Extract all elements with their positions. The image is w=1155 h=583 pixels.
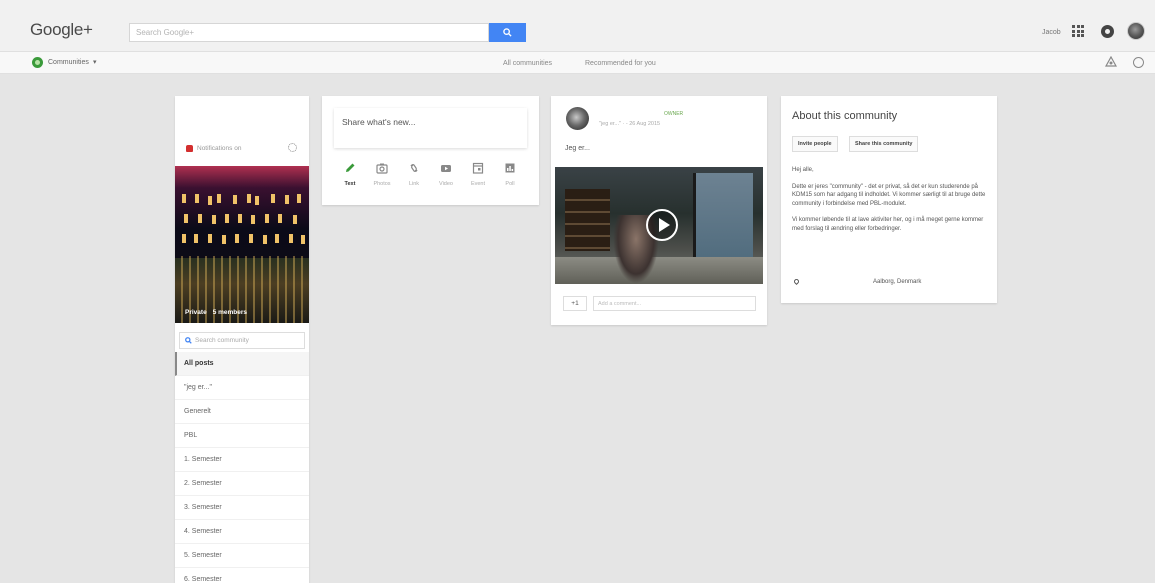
- share-poll-option[interactable]: Poll: [494, 162, 526, 187]
- about-title: About this community: [792, 110, 898, 122]
- about-paragraph: Dette er jeres "community" - det er priv…: [792, 183, 986, 207]
- post-text: Jeg er...: [565, 145, 590, 152]
- search-box: [129, 23, 526, 42]
- settings-icon[interactable]: [1133, 57, 1144, 68]
- top-bar: Google+ Jacob: [0, 0, 1155, 52]
- community-location[interactable]: Aalborg, Denmark: [873, 279, 921, 285]
- share-community-button[interactable]: Share this community: [849, 136, 919, 152]
- notifications-toggle[interactable]: Notifications on: [186, 145, 241, 152]
- search-input[interactable]: [129, 23, 489, 42]
- gear-icon[interactable]: [288, 143, 297, 152]
- owner-badge: OWNER: [664, 111, 684, 117]
- about-greeting: Hej alle,: [792, 167, 814, 173]
- communities-icon[interactable]: [32, 57, 43, 68]
- sub-nav-bar: Communities ▾ All communities Recommende…: [0, 52, 1155, 74]
- share-text-option[interactable]: Text: [334, 162, 366, 187]
- post-card: OWNER "jeg er..." · - 26 Aug 2015 Jeg er…: [551, 96, 767, 325]
- post-meta[interactable]: "jeg er..." · - 26 Aug 2015: [599, 121, 660, 127]
- search-icon: [503, 28, 512, 37]
- share-icon[interactable]: [1105, 56, 1117, 68]
- community-info: Private 5 members: [185, 309, 253, 316]
- invite-people-button[interactable]: Invite people: [792, 136, 838, 152]
- share-option-label: Video: [439, 181, 453, 187]
- plus-one-button[interactable]: +1: [563, 296, 587, 311]
- location-pin-icon: [792, 277, 801, 286]
- community-cover-image: [175, 166, 309, 323]
- google-plus-logo[interactable]: Google+: [30, 20, 93, 40]
- post-author-avatar[interactable]: [566, 107, 589, 130]
- about-paragraph: Vi kommer løbende til at lave aktiviter …: [792, 217, 984, 232]
- share-options: Text Photos Link Video Event Poll: [334, 162, 527, 187]
- bell-icon: [186, 145, 193, 152]
- category-item[interactable]: 5. Semester: [175, 544, 309, 568]
- privacy-label: Private: [185, 309, 207, 316]
- community-sidebar: Notifications on Private 5 members All po…: [175, 96, 309, 583]
- search-icon: [185, 337, 192, 344]
- category-item[interactable]: 1. Semester: [175, 448, 309, 472]
- chevron-down-icon[interactable]: ▾: [93, 58, 97, 66]
- share-option-label: Photos: [373, 181, 391, 187]
- comment-input[interactable]: [593, 296, 756, 311]
- nav-recommended[interactable]: Recommended for you: [585, 60, 656, 67]
- community-search-input[interactable]: [195, 337, 295, 344]
- share-photos-option[interactable]: Photos: [366, 162, 398, 187]
- video-icon: [441, 165, 451, 172]
- category-item[interactable]: PBL: [175, 424, 309, 448]
- user-avatar[interactable]: [1127, 22, 1145, 40]
- category-item[interactable]: 3. Semester: [175, 496, 309, 520]
- notifications-label: Notifications on: [197, 145, 242, 152]
- category-item[interactable]: Generelt: [175, 400, 309, 424]
- share-prompt[interactable]: Share what's new...: [334, 108, 527, 148]
- apps-grid-icon[interactable]: [1072, 25, 1084, 37]
- share-option-label: Poll: [505, 181, 515, 187]
- category-item[interactable]: 6. Semester: [175, 568, 309, 583]
- play-icon[interactable]: [646, 209, 678, 241]
- members-count[interactable]: 5 members: [213, 309, 247, 316]
- about-description: Hej alle, Dette er jeres "community" - d…: [792, 166, 986, 241]
- link-icon: [410, 164, 418, 172]
- poll-icon: [505, 163, 515, 173]
- event-icon: [472, 162, 484, 174]
- post-video[interactable]: [555, 167, 763, 284]
- communities-menu-label[interactable]: Communities: [48, 59, 89, 66]
- category-list: All posts "jeg er..." Generelt PBL 1. Se…: [175, 352, 309, 583]
- share-link-option[interactable]: Link: [398, 162, 430, 187]
- share-option-label: Link: [408, 181, 420, 187]
- share-card: Share what's new... Text Photos Link Vid…: [322, 96, 539, 205]
- search-button[interactable]: [489, 23, 526, 42]
- share-option-label: Event: [470, 181, 486, 187]
- category-item[interactable]: All posts: [175, 352, 309, 376]
- category-item[interactable]: "jeg er...": [175, 376, 309, 400]
- category-item[interactable]: 4. Semester: [175, 520, 309, 544]
- pencil-icon: [346, 163, 355, 172]
- about-community-card: About this community Invite people Share…: [781, 96, 997, 303]
- share-video-option[interactable]: Video: [430, 162, 462, 187]
- nav-all-communities[interactable]: All communities: [503, 60, 552, 67]
- notifications-icon[interactable]: [1101, 25, 1114, 38]
- category-item[interactable]: 2. Semester: [175, 472, 309, 496]
- community-search: [179, 332, 305, 349]
- camera-icon: [376, 163, 388, 174]
- share-event-option[interactable]: Event: [462, 162, 494, 187]
- user-name[interactable]: Jacob: [1042, 29, 1061, 36]
- share-option-label: Text: [344, 181, 356, 187]
